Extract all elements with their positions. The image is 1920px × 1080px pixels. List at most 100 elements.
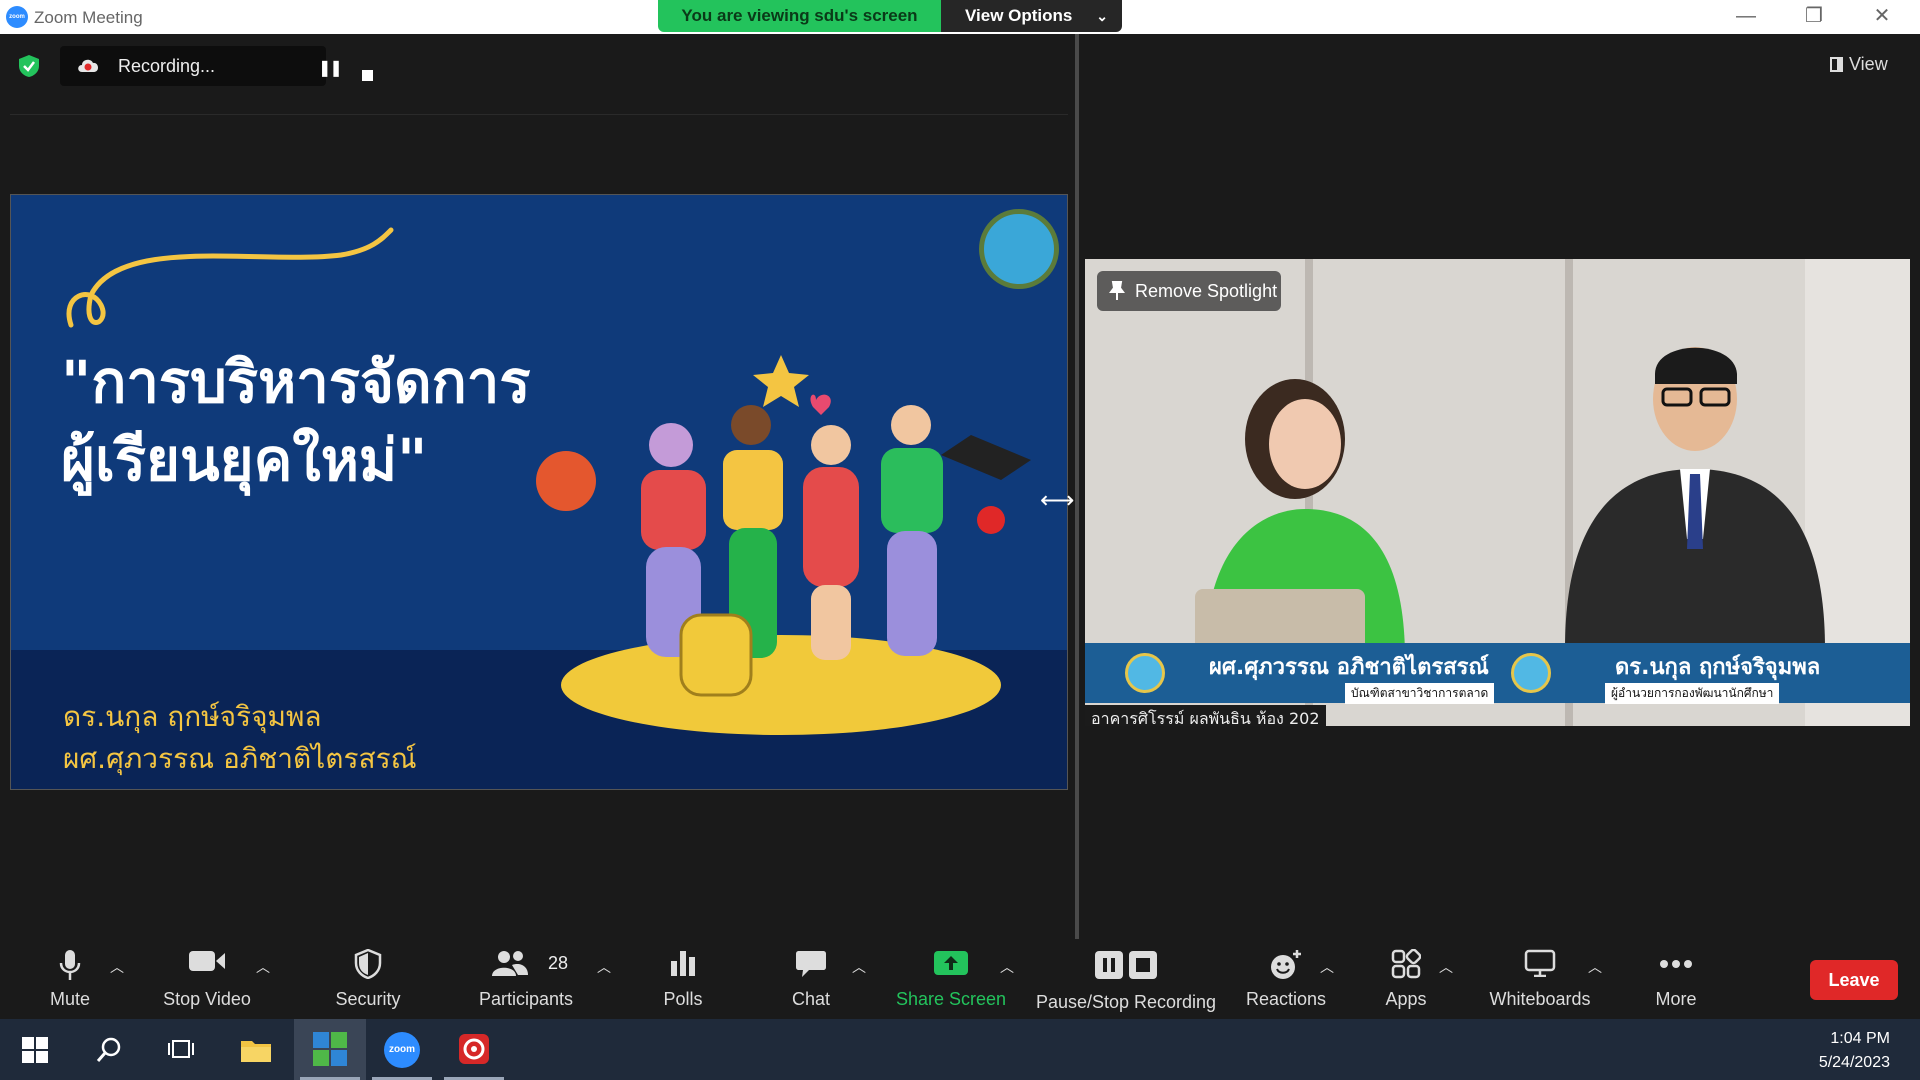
pause-stop-recording-button[interactable]: Pause/Stop Recording [1033, 939, 1219, 1019]
zoom-taskbar-button[interactable]: zoom [366, 1019, 438, 1080]
apps-button[interactable]: Apps [1366, 939, 1446, 1019]
folder-icon [241, 1041, 271, 1062]
university-logo-icon [1511, 653, 1551, 693]
recording-label: Recording... [118, 56, 216, 76]
pause-recording-icon[interactable]: ❚❚ [318, 58, 343, 78]
university-logo-icon [1125, 653, 1165, 693]
chat-button[interactable]: Chat [771, 939, 851, 1019]
polls-icon [671, 951, 695, 976]
recorder-app-icon [459, 1034, 489, 1064]
minimize-button[interactable]: — [1716, 2, 1776, 30]
speaker-woman [1195, 379, 1405, 659]
clock-date: 5/24/2023 [1818, 1054, 1890, 1071]
speaker-right-name: ดร.นกุล ฤกษ์จริจุมพล [1615, 655, 1821, 680]
security-shield-icon [354, 949, 382, 979]
apps-icon [1391, 949, 1421, 979]
chevron-down-icon: ⌄ [1096, 8, 1108, 24]
decorative-swoosh [66, 227, 394, 328]
slide-title: "การบริหารจัดการ ผู้เรียนยุคใหม่" [61, 343, 530, 499]
leave-button[interactable]: Leave [1810, 960, 1898, 1000]
file-explorer-button[interactable] [220, 1019, 292, 1080]
recording-indicator: Recording... ❚❚ [60, 46, 373, 86]
whiteboards-label: Whiteboards [1489, 989, 1591, 1009]
slide-title-line2: ผู้เรียนยุคใหม่" [61, 426, 428, 494]
spotlight-video-tile[interactable]: Remove Spotlight ผศ.ศุภวรรณ อภิชาติไตรสร… [1085, 259, 1910, 726]
speaker-left-name: ผศ.ศุภวรรณ อภิชาติไตรสรณ์ [1209, 655, 1489, 680]
reactions-label: Reactions [1245, 989, 1327, 1009]
reactions-caret-icon[interactable]: ︿ [1320, 957, 1334, 977]
polls-label: Polls [663, 989, 703, 1009]
speaker-left-title: บัณฑิตสาขาวิชาการตลาด [1345, 683, 1495, 704]
pin-icon [1109, 281, 1125, 300]
share-screen-button[interactable]: Share Screen [893, 939, 1009, 1019]
stop-video-button[interactable]: Stop Video [157, 939, 257, 1019]
university-emblem-icon [979, 209, 1059, 289]
mute-label: Mute [49, 989, 91, 1009]
windows-taskbar: zoom 1:04 PM 5/24/2023 [0, 1019, 1920, 1080]
taskbar-search-button[interactable] [72, 1019, 144, 1080]
share-screen-caret-icon[interactable]: ︿ [1000, 957, 1014, 977]
zoom-logo-icon: zoom [6, 6, 28, 28]
chat-label: Chat [791, 989, 831, 1009]
students-illustration [536, 355, 1031, 735]
store-app-button[interactable] [294, 1019, 366, 1080]
chat-bubble-icon [796, 951, 826, 977]
app-tiles-icon [313, 1032, 347, 1066]
speaker-man [1565, 347, 1825, 649]
whiteboard-icon [1524, 949, 1556, 977]
remove-spotlight-button[interactable]: Remove Spotlight [1097, 271, 1281, 311]
task-view-icon [168, 1040, 194, 1058]
cloud-record-icon [78, 59, 99, 72]
start-button[interactable] [0, 1019, 72, 1080]
more-label: More [1655, 989, 1697, 1009]
view-layout-icon [1830, 57, 1843, 72]
view-options-label: View Options [965, 6, 1073, 25]
system-clock[interactable]: 1:04 PM 5/24/2023 [1819, 1027, 1890, 1075]
more-button[interactable]: More [1636, 939, 1716, 1019]
participants-count: 28 [548, 953, 569, 973]
whiteboards-caret-icon[interactable]: ︿ [1588, 957, 1602, 977]
lower-third-left: ผศ.ศุภวรรณ อภิชาติไตรสรณ์ บัณฑิตสาขาวิชา… [1085, 643, 1495, 704]
view-label: View [1849, 54, 1888, 74]
chat-caret-icon[interactable]: ︿ [852, 957, 866, 977]
slide-title-line1: "การบริหารจัดการ [61, 348, 531, 416]
meeting-toolbar: Mute ︿ Stop Video ︿ Security 28 Particip… [0, 939, 1920, 1019]
recorder-taskbar-button[interactable] [438, 1019, 510, 1080]
mute-button[interactable]: Mute [30, 939, 110, 1019]
close-button[interactable]: ✕ [1852, 2, 1912, 30]
stop-recording-icon[interactable] [362, 70, 373, 81]
participants-caret-icon[interactable]: ︿ [597, 957, 611, 977]
polls-button[interactable]: Polls [643, 939, 723, 1019]
clock-time: 1:04 PM [1830, 1030, 1890, 1047]
participants-button[interactable]: 28 Participants [470, 939, 582, 1019]
participants-label: Participants [478, 989, 574, 1009]
split-divider[interactable] [1075, 34, 1079, 939]
view-options-button[interactable]: View Options ⌄ [941, 0, 1122, 32]
reactions-button[interactable]: Reactions [1240, 939, 1332, 1019]
share-screen-icon [934, 951, 968, 975]
pause-stop-recording-label: Pause/Stop Recording [1035, 992, 1217, 1012]
participants-icon [492, 951, 529, 976]
zoom-app-icon: zoom [384, 1032, 420, 1068]
audio-options-caret-icon[interactable]: ︿ [110, 957, 124, 977]
window-title: Zoom Meeting [34, 8, 143, 27]
security-button[interactable]: Security [320, 939, 416, 1019]
slide-presenter-1: ดร.นกุล ฤกษ์จริจุมพล [63, 700, 322, 733]
title-bar: zoom Zoom Meeting You are viewing sdu's … [0, 0, 1920, 34]
whiteboards-button[interactable]: Whiteboards [1482, 939, 1598, 1019]
restore-button[interactable]: ❐ [1784, 2, 1844, 30]
speaker-right-title: ผู้อำนวยการกองพัฒนานักศึกษา [1605, 683, 1780, 704]
microphone-icon [59, 950, 81, 980]
shared-slide: "การบริหารจัดการ ผู้เรียนยุคใหม่" ดร.นกุ… [10, 194, 1068, 790]
security-label: Security [335, 989, 401, 1009]
resize-cursor-icon: ⟷ [1040, 487, 1075, 514]
shield-icon[interactable] [18, 54, 40, 78]
apps-label: Apps [1385, 989, 1427, 1009]
apps-caret-icon[interactable]: ︿ [1439, 957, 1453, 977]
video-camera-icon [189, 951, 225, 971]
room-caption: อาคารศิโรรม์ ผลพันธิน ห้อง 202 [1085, 705, 1326, 726]
task-view-button[interactable] [144, 1019, 216, 1080]
windows-logo-icon [22, 1037, 48, 1063]
view-button[interactable]: View [1830, 54, 1888, 75]
video-options-caret-icon[interactable]: ︿ [256, 957, 270, 977]
